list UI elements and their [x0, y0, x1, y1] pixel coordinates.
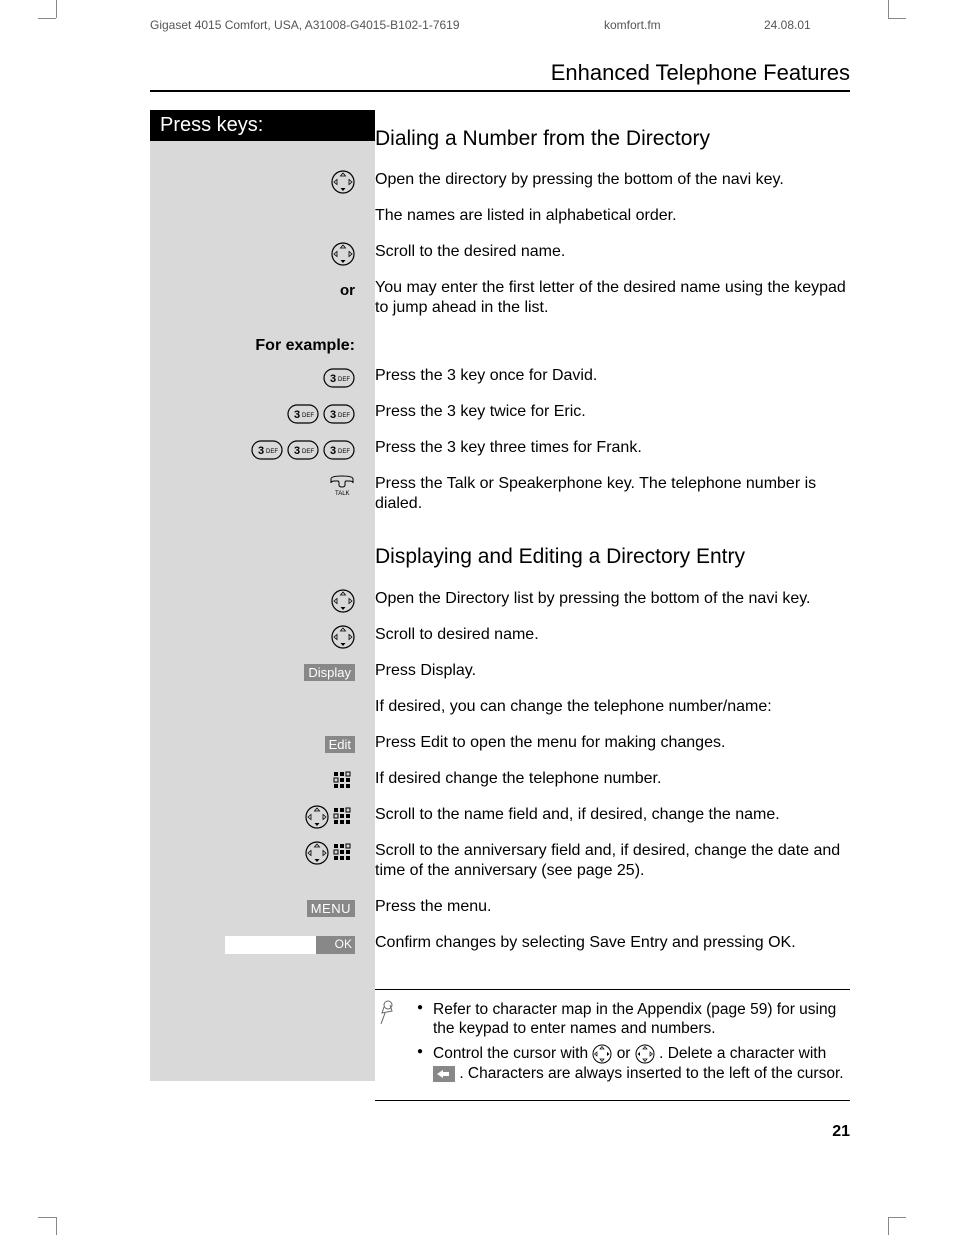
heading-dialing: Dialing a Number from the Directory — [375, 126, 850, 152]
navi-left-icon — [635, 1044, 655, 1064]
text-confirm: Confirm changes by selecting Save Entry … — [375, 933, 850, 953]
text-alpha: The names are listed in alphabetical ord… — [375, 206, 850, 226]
keypad-icon — [333, 843, 355, 863]
doc-id: Gigaset 4015 Comfort, USA, A31008-G4015-… — [150, 18, 604, 32]
text-eric: Press the 3 key twice for Eric. — [375, 402, 850, 422]
text-frank: Press the 3 key three times for Frank. — [375, 438, 850, 458]
key-3-icon — [287, 404, 319, 424]
text-press-menu: Press the menu. — [375, 897, 850, 917]
text-talk: Press the Talk or Speakerphone key. The … — [375, 474, 850, 514]
navi-right-icon — [592, 1044, 612, 1064]
header-meta: Gigaset 4015 Comfort, USA, A31008-G4015-… — [150, 18, 844, 32]
doc-date: 24.08.01 — [764, 18, 844, 32]
key-3-icon — [287, 440, 319, 460]
talk-key-icon — [329, 475, 355, 497]
text-press-edit: Press Edit to open the menu for making c… — [375, 733, 850, 753]
navi-down-icon — [331, 170, 355, 194]
navi-down-icon — [305, 805, 329, 829]
text-open-dir: Open the directory by pressing the botto… — [375, 170, 850, 190]
pushpin-icon — [379, 1000, 397, 1026]
text-if-change: If desired, you can change the telephone… — [375, 697, 850, 717]
save-entry-display: OK — [225, 936, 355, 954]
text-open-list: Open the Directory list by pressing the … — [375, 589, 850, 609]
text-change-name: Scroll to the name field and, if desired… — [375, 805, 850, 825]
note-charmap: Refer to character map in the Appendix (… — [417, 1000, 846, 1039]
key-3-icon — [323, 440, 355, 460]
page-number: 21 — [832, 1123, 850, 1141]
heading-display-edit: Displaying and Editing a Directory Entry — [375, 544, 850, 570]
key-3-icon — [323, 404, 355, 424]
text-scroll-desired: Scroll to desired name. — [375, 625, 850, 645]
text-scroll: Scroll to the desired name. — [375, 242, 850, 262]
softkey-menu: MENU — [307, 900, 355, 917]
text-david: Press the 3 key once for David. — [375, 366, 850, 386]
text-first-letter: You may enter the first letter of the de… — [375, 278, 850, 318]
keypad-icon — [333, 807, 355, 827]
keypad-icon — [333, 771, 355, 791]
navi-down-icon — [331, 589, 355, 613]
navi-down-icon — [305, 841, 329, 865]
softkey-ok: OK — [335, 937, 352, 951]
softkey-display: Display — [304, 664, 355, 681]
note-box: Refer to character map in the Appendix (… — [375, 989, 850, 1101]
note-cursor: Control the cursor with or . Delete a ch… — [417, 1044, 846, 1083]
navi-down-icon — [331, 625, 355, 649]
text-press-display: Press Display. — [375, 661, 850, 681]
navi-down-icon — [331, 242, 355, 266]
backspace-icon — [433, 1066, 455, 1082]
key-3-icon — [323, 368, 355, 388]
text-change-anniv: Scroll to the anniversary field and, if … — [375, 841, 850, 881]
text-change-num: If desired change the telephone number. — [375, 769, 850, 789]
doc-file: komfort.fm — [604, 18, 764, 32]
key-3-icon — [251, 440, 283, 460]
section-title: Enhanced Telephone Features — [150, 60, 850, 92]
softkey-edit: Edit — [325, 736, 355, 753]
label-example: For example: — [255, 337, 355, 355]
label-or: or — [340, 282, 355, 299]
